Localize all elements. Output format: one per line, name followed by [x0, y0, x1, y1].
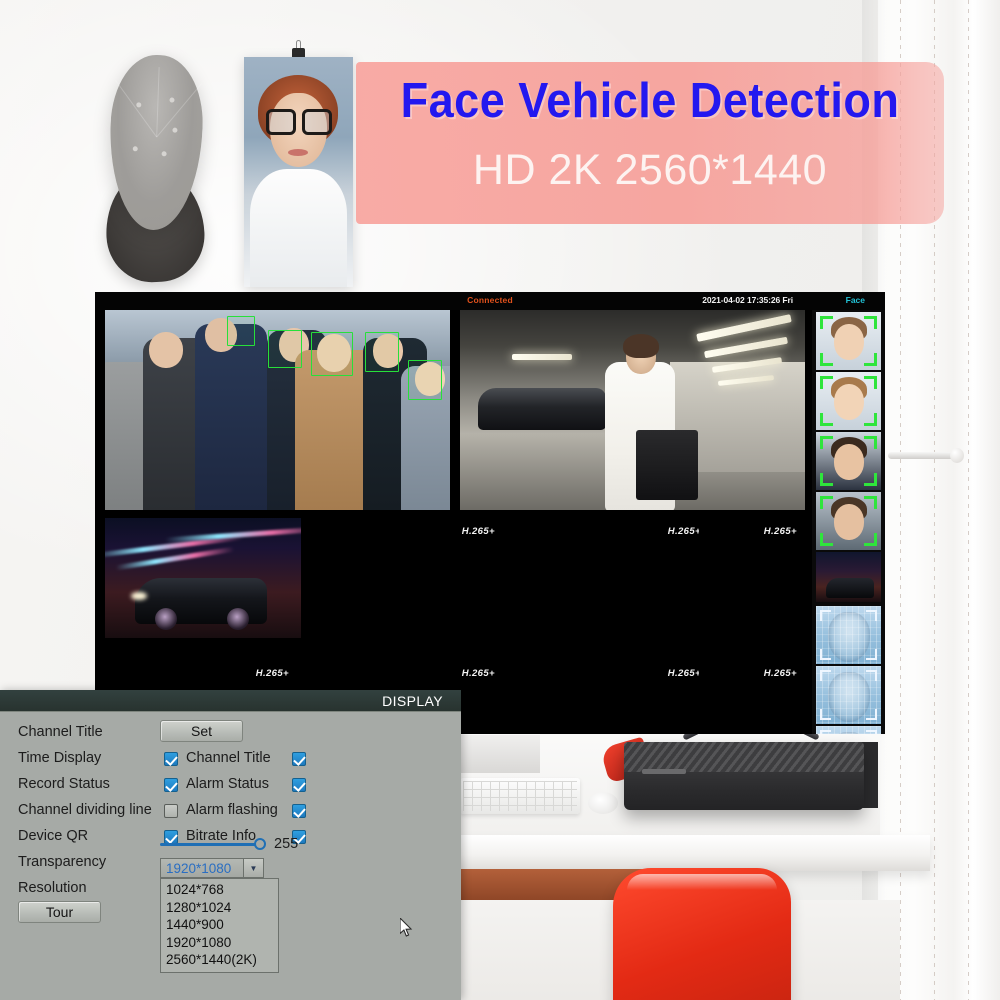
checkbox-alarm-status[interactable] [164, 778, 178, 792]
face-panel-header: Face [845, 295, 865, 305]
camera-pane-5[interactable]: H.265+ [517, 518, 713, 638]
face-detection-box [408, 360, 442, 400]
display-settings-dialog: DISPLAY Channel Title Time Display Recor… [0, 690, 461, 1000]
codec-label: H.265+ [255, 668, 289, 679]
face-detection-box [365, 332, 399, 372]
monitor-stand [460, 735, 540, 773]
codec-label: H.265+ [763, 668, 797, 679]
label-transparency: Transparency [18, 854, 107, 870]
label-device-qr: Device QR [18, 828, 89, 844]
dvr-live-view: Connected 2021-04-02 17:35:26 Fri Face H… [95, 292, 885, 734]
face-thumbnail-1[interactable] [816, 312, 881, 370]
camera-pane-1[interactable] [105, 310, 450, 510]
checkbox-label-alarm-flashing: Alarm flashing [186, 802, 278, 818]
camera-pane-4[interactable]: H.265+ [311, 518, 507, 638]
face-thumbnail-2[interactable] [816, 372, 881, 430]
checkbox-label-bitrate-info: Bitrate Info [186, 828, 257, 844]
face-scan-thumbnail-2[interactable] [816, 666, 881, 724]
face-capture-panel [812, 310, 885, 734]
red-chair [613, 868, 791, 1000]
face-detection-box [227, 316, 255, 346]
tour-button-label: Tour [45, 904, 74, 920]
banner-subtitle: HD 2K 2560*1440 [472, 146, 828, 194]
checkbox-channel-title[interactable] [164, 752, 178, 766]
dvr-hardware-box [624, 742, 864, 810]
night-vehicle-feed [105, 518, 301, 638]
resolution-option[interactable]: 1440*900 [161, 916, 278, 934]
label-time-display: Time Display [18, 750, 102, 766]
resolution-option[interactable]: 1024*768 [161, 881, 278, 899]
codec-label: H.265+ [667, 668, 701, 679]
resolution-option[interactable]: 1920*1080 [161, 934, 278, 952]
resolution-option[interactable]: 1280*1024 [161, 899, 278, 917]
resolution-select[interactable]: 1920*1080 ▼ [160, 858, 264, 878]
camera-pane-6[interactable]: H.265+ [699, 518, 809, 638]
crowd-feed [105, 310, 450, 510]
set-button-label: Set [190, 723, 212, 739]
face-thumbnail-3[interactable] [816, 432, 881, 490]
dvr-status-bar: Connected 2021-04-02 17:35:26 Fri Face [95, 292, 885, 310]
checkbox-record-status[interactable] [292, 778, 306, 792]
chevron-down-icon[interactable]: ▼ [243, 859, 263, 877]
vehicle-thumbnail-1[interactable] [816, 552, 881, 602]
desk-mouse [588, 792, 618, 814]
camera-pane-3[interactable] [105, 518, 301, 638]
label-record-status: Record Status [18, 776, 110, 792]
checkbox-time-display[interactable] [292, 752, 306, 766]
face-detection-box [311, 332, 353, 376]
boy-poster [244, 57, 353, 287]
face-thumbnail-4[interactable] [816, 492, 881, 550]
screenshot-root: Face Vehicle Detection HD 2K 2560*1440 C… [0, 0, 1000, 1000]
codec-label: H.265+ [763, 526, 797, 537]
checkbox-alarm-flashing[interactable] [164, 804, 178, 818]
camera-grid: H.265+ H.265+ H.265+ H.265+ H.265+ H.265… [95, 310, 812, 734]
dialog-titlebar: DISPLAY [0, 690, 461, 712]
face-scan-thumbnail-3[interactable] [816, 726, 881, 734]
resolution-options-list[interactable]: 1024*768 1280*1024 1440*900 1920*1080 25… [160, 878, 279, 973]
resolution-selected-value: 1920*1080 [166, 860, 232, 876]
blind-rod [888, 452, 958, 459]
face-detection-box [268, 330, 302, 368]
channel-title-set-button[interactable]: Set [160, 720, 243, 742]
transparency-slider-track[interactable] [160, 843, 260, 846]
blind-rod-knob [950, 448, 964, 463]
garage-feed [460, 310, 805, 510]
resolution-option[interactable]: 2560*1440(2K) [161, 951, 278, 969]
system-timestamp: 2021-04-02 17:35:26 Fri [702, 295, 793, 305]
camera-pane-2[interactable] [460, 310, 805, 510]
checkbox-bitrate-info[interactable] [164, 830, 178, 844]
transparency-value: 255 [274, 836, 299, 852]
transparency-slider-knob[interactable] [254, 838, 266, 850]
label-resolution: Resolution [18, 880, 87, 896]
promo-banner: Face Vehicle Detection HD 2K 2560*1440 [356, 62, 944, 224]
label-channel-dividing-line: Channel dividing line [18, 802, 152, 818]
mouse-cursor [400, 918, 413, 937]
label-channel-title: Channel Title [18, 724, 103, 740]
keyboard [460, 778, 580, 814]
face-scan-thumbnail-1[interactable] [816, 606, 881, 664]
codec-label: H.265+ [461, 526, 495, 537]
desk-edge [440, 835, 930, 871]
checkbox-label-alarm-status: Alarm Status [186, 776, 269, 792]
checkbox-label-channel-title: Channel Title [186, 750, 271, 766]
dialog-title: DISPLAY [382, 693, 443, 709]
tour-button[interactable]: Tour [18, 901, 101, 923]
camera-pane-10[interactable]: H.265+ [699, 640, 809, 734]
banner-title: Face Vehicle Detection [400, 74, 900, 128]
camera-pane-9[interactable]: H.265+ [517, 640, 713, 734]
checkbox-channel-dividing-line[interactable] [292, 804, 306, 818]
codec-label: H.265+ [461, 668, 495, 679]
codec-label: H.265+ [667, 526, 701, 537]
